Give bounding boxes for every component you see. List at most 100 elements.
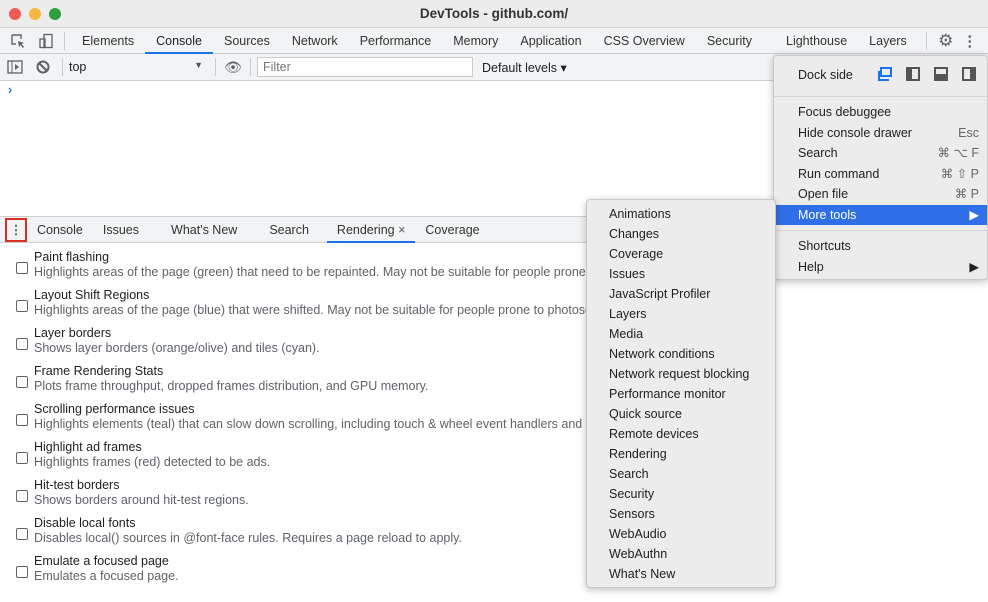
filter-input[interactable]: Filter [257, 57, 473, 77]
tab-layers[interactable]: Layers [858, 28, 918, 54]
more-tools-submenu: Animations Changes Coverage Issues JavaScrip… [586, 199, 776, 588]
close-window-button[interactable] [9, 8, 21, 20]
gear-icon[interactable]: ⚙ [933, 31, 959, 51]
more-tools-item-webaudio[interactable]: WebAudio [587, 524, 775, 544]
option-title: Scrolling performance issues [34, 402, 195, 416]
tab-application[interactable]: Application [509, 28, 592, 54]
tab-performance[interactable]: Performance [349, 28, 443, 54]
more-tools-item-changes[interactable]: Changes [587, 224, 775, 244]
checkbox[interactable] [16, 414, 28, 426]
sidebar-toggle-icon[interactable] [0, 60, 30, 74]
option-title: Emulate a focused page [34, 554, 169, 568]
more-tools-item-network-request-blocking[interactable]: Network request blocking [587, 364, 775, 384]
option-title: Disable local fonts [34, 516, 136, 530]
log-levels-dropdown[interactable]: Default levels ▾ [482, 60, 567, 75]
close-tab-icon[interactable]: × [398, 223, 405, 237]
option-description: Highlights areas of the page (green) tha… [34, 265, 600, 279]
drawer-menu-button[interactable]: ⋮ [5, 217, 27, 242]
menu-item-open-file[interactable]: Open file ⌘ P [774, 184, 987, 205]
more-tools-item-animations[interactable]: Animations [587, 204, 775, 224]
more-tools-item-performance-monitor[interactable]: Performance monitor [587, 384, 775, 404]
checkbox[interactable] [16, 338, 28, 350]
clear-console-icon[interactable] [30, 60, 56, 74]
rendering-options: Paint flashing Highlights areas of the pa… [0, 243, 988, 590]
maximize-window-button[interactable] [49, 8, 61, 20]
menu-item-more-tools[interactable]: More tools ▶ [774, 204, 987, 225]
option-description: Plots frame throughput, dropped frames d… [34, 379, 429, 393]
checkbox[interactable] [16, 262, 28, 274]
more-tools-item-javascript-profiler[interactable]: JavaScript Profiler [587, 284, 775, 304]
menu-item-help[interactable]: Help ▶ [774, 257, 987, 278]
checkbox[interactable] [16, 300, 28, 312]
rendering-option-hit-test-borders: Hit-test borders Shows borders around hit… [0, 476, 988, 514]
rendering-option-disable-local-fonts: Disable local fonts Disables local() sour… [0, 514, 988, 552]
menu-divider [774, 96, 987, 97]
more-tools-item-layers[interactable]: Layers [587, 304, 775, 324]
more-tools-item-remote-devices[interactable]: Remote devices [587, 424, 775, 444]
window-controls [9, 8, 61, 20]
eye-icon[interactable]: 👁 [222, 59, 244, 76]
menu-item-shortcuts[interactable]: Shortcuts [774, 236, 987, 257]
menu-item-shortcut: ▶ [969, 207, 979, 222]
drawer-tab-rendering[interactable]: Rendering × [326, 217, 416, 243]
option-description: Highlights areas of the page (blue) that… [34, 303, 606, 317]
checkbox[interactable] [16, 452, 28, 464]
option-description: Disables local() sources in @font-face r… [34, 531, 462, 545]
checkbox[interactable] [16, 490, 28, 502]
option-title: Highlight ad frames [34, 440, 142, 454]
more-tools-item-what-s-new[interactable]: What's New [587, 564, 775, 584]
drawer-tab-issues[interactable]: Issues [93, 217, 149, 243]
window-title: DevTools - github.com/ [419, 6, 569, 21]
more-tools-item-search[interactable]: Search [587, 464, 775, 484]
tab-console[interactable]: Console [145, 28, 213, 54]
more-tools-item-issues[interactable]: Issues [587, 264, 775, 284]
checkbox[interactable] [16, 376, 28, 388]
inspect-element-icon[interactable] [2, 33, 34, 49]
option-description: Highlights frames (red) detected to be a… [34, 455, 271, 469]
drawer-tab-search[interactable]: Search [259, 217, 319, 243]
device-toolbar-icon[interactable] [34, 33, 58, 49]
checkbox[interactable] [16, 528, 28, 540]
option-title: Hit-test borders [34, 478, 120, 492]
tab-sources[interactable]: Sources [213, 28, 281, 54]
drawer-tab-console[interactable]: Console [27, 217, 93, 243]
undock-icon[interactable] [878, 66, 892, 84]
rendering-option-scrolling-performance-issues: Scrolling performance issues Highlights e… [0, 400, 988, 438]
more-tools-item-coverage[interactable]: Coverage [587, 244, 775, 264]
minimize-window-button[interactable] [29, 8, 41, 20]
divider [250, 58, 251, 76]
tab-elements[interactable]: Elements [71, 28, 145, 54]
more-options-icon[interactable]: ⋮ [959, 32, 981, 50]
menu-item-label: More tools [798, 207, 857, 222]
tab-network[interactable]: Network [281, 28, 349, 54]
drawer-tab-whats-new[interactable]: What's New [161, 217, 247, 243]
dock-bottom-icon[interactable] [934, 66, 948, 84]
divider [62, 58, 63, 76]
tab-css-overview[interactable]: CSS Overview [593, 28, 696, 54]
more-tools-item-security[interactable]: Security [587, 484, 775, 504]
dock-left-icon[interactable] [906, 66, 920, 84]
more-tools-item-quick-source[interactable]: Quick source [587, 404, 775, 424]
drawer-tab-coverage[interactable]: Coverage [415, 217, 489, 243]
menu-item-label: Run command [798, 166, 880, 181]
console-prompt: › [8, 83, 13, 97]
rendering-option-highlight-ad-frames: Highlight ad frames Highlights frames (re… [0, 438, 988, 476]
menu-item-label: Hide console drawer [798, 125, 912, 140]
option-description: Emulates a focused page. [34, 569, 179, 583]
checkbox[interactable] [16, 566, 28, 578]
dock-right-icon[interactable] [962, 66, 976, 84]
more-tools-item-sensors[interactable]: Sensors [587, 504, 775, 524]
menu-item-search[interactable]: Search ⌘ ⌥ F [774, 143, 987, 164]
tab-lighthouse[interactable]: Lighthouse [775, 28, 858, 54]
menu-item-run-command[interactable]: Run command ⌘ ⇧ P [774, 164, 987, 185]
tab-memory[interactable]: Memory [442, 28, 509, 54]
more-tools-item-rendering[interactable]: Rendering [587, 444, 775, 464]
divider [215, 58, 216, 76]
tab-security[interactable]: Security [696, 28, 763, 54]
more-tools-item-network-conditions[interactable]: Network conditions [587, 344, 775, 364]
menu-item-focus-debuggee[interactable]: Focus debuggee [774, 102, 987, 123]
context-select[interactable]: top ▼ [69, 60, 209, 74]
menu-item-hide-console-drawer[interactable]: Hide console drawer Esc [774, 123, 987, 144]
more-tools-item-media[interactable]: Media [587, 324, 775, 344]
more-tools-item-webauthn[interactable]: WebAuthn [587, 544, 775, 564]
